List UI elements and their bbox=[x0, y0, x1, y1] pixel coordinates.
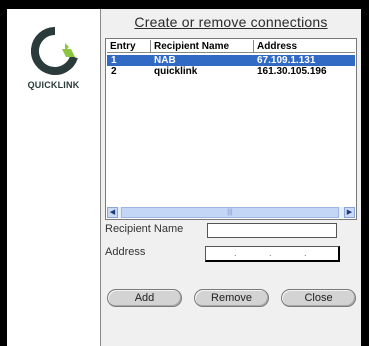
row-entry: 1 bbox=[111, 55, 117, 66]
header-recipient-name[interactable]: Recipient Name bbox=[151, 40, 254, 53]
header-entry[interactable]: Entry bbox=[107, 40, 151, 53]
address-ip-input[interactable]: . . . bbox=[205, 246, 340, 262]
recipient-name-input[interactable] bbox=[207, 223, 337, 238]
horizontal-scrollbar[interactable]: ◀ ||| ▶ bbox=[107, 207, 355, 218]
dialog-title: Create or remove connections bbox=[134, 14, 328, 30]
ip-separator: . bbox=[304, 248, 307, 258]
table-row[interactable]: 1 NAB 67.109.1.131 bbox=[107, 55, 355, 66]
row-address: 67.109.1.131 bbox=[257, 55, 316, 66]
add-button[interactable]: Add bbox=[107, 289, 182, 307]
remove-button[interactable]: Remove bbox=[194, 289, 269, 307]
window-frame-right bbox=[361, 0, 369, 346]
brand-name: QUICKLINK bbox=[27, 80, 80, 90]
scrollbar-thumb[interactable]: ||| bbox=[121, 207, 339, 218]
recipient-name-label: Recipient Name bbox=[105, 223, 184, 235]
close-button[interactable]: Close bbox=[281, 289, 356, 307]
address-label: Address bbox=[105, 246, 146, 258]
window-frame-top bbox=[0, 0, 369, 9]
table-header: Entry Recipient Name Address bbox=[107, 40, 355, 54]
ip-separator: . bbox=[234, 248, 237, 258]
quicklink-logo-icon bbox=[31, 27, 78, 75]
connections-panel: Create or remove connections Entry Recip… bbox=[101, 9, 361, 346]
row-entry: 2 bbox=[111, 66, 117, 77]
header-address[interactable]: Address bbox=[254, 40, 355, 53]
brand-sidebar: QUICKLINK bbox=[7, 9, 101, 346]
scroll-left-arrow-icon[interactable]: ◀ bbox=[107, 207, 118, 218]
row-recipient-name: NAB bbox=[154, 55, 176, 66]
row-address: 161.30.105.196 bbox=[257, 66, 327, 77]
ip-separator: . bbox=[269, 248, 272, 258]
scroll-right-arrow-icon[interactable]: ▶ bbox=[344, 207, 355, 218]
row-recipient-name: quicklink bbox=[154, 66, 198, 77]
window-frame-left bbox=[0, 0, 7, 346]
connections-list[interactable]: Entry Recipient Name Address 1 NAB 67.10… bbox=[105, 38, 357, 220]
table-row[interactable]: 2 quicklink 161.30.105.196 bbox=[107, 66, 355, 77]
